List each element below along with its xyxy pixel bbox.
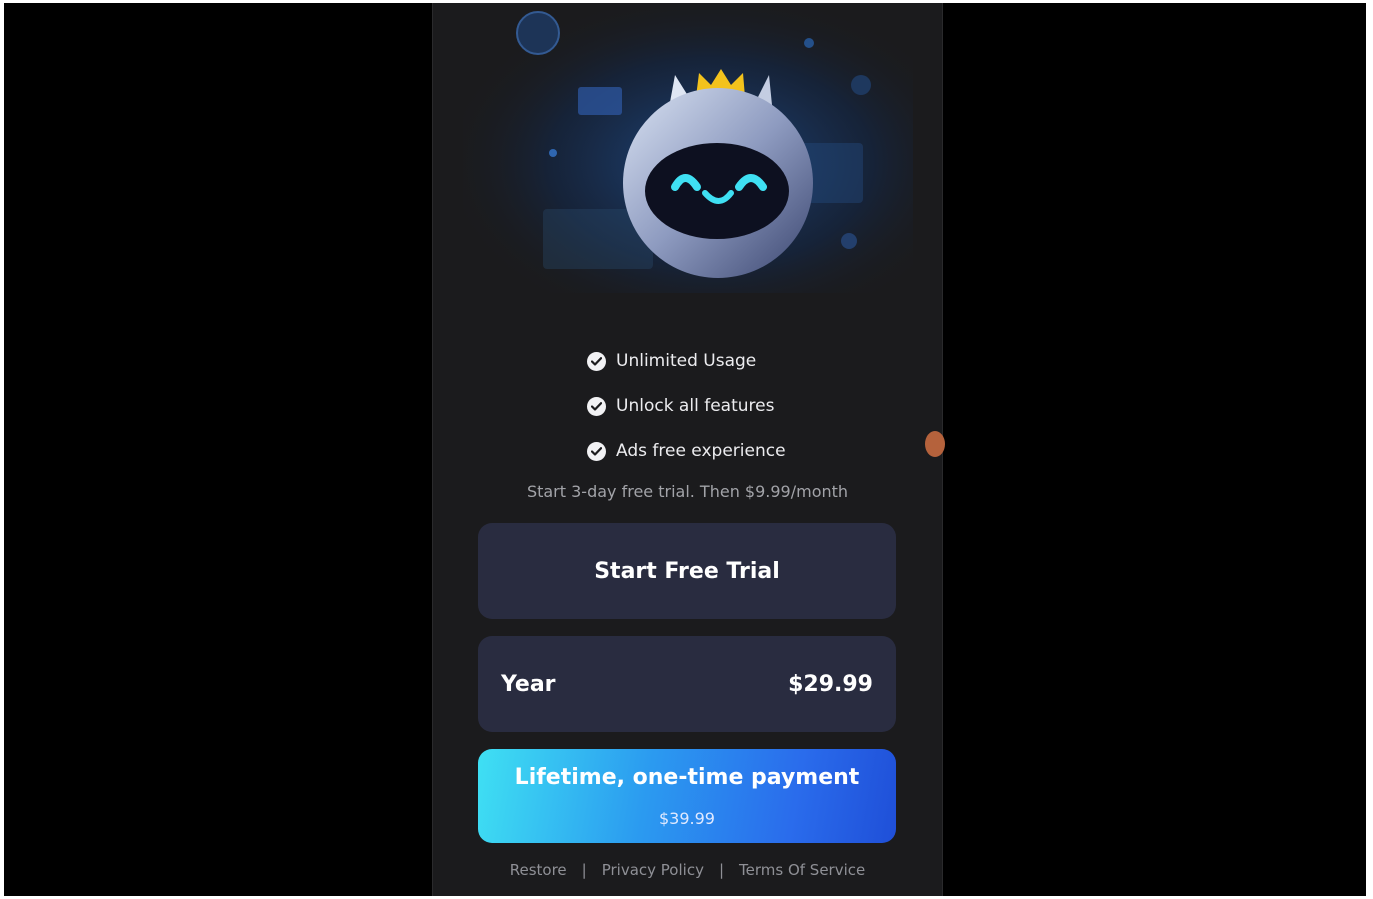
check-circle-icon (587, 441, 606, 461)
footer-separator: | (581, 861, 587, 879)
terms-of-service-link[interactable]: Terms Of Service (739, 861, 865, 879)
start-free-trial-button[interactable]: Start Free Trial (478, 523, 896, 619)
feature-label: Ads free experience (616, 441, 786, 461)
feature-item-ads-free: Ads free experience (587, 439, 786, 463)
year-plan-button[interactable]: Year $29.99 (478, 636, 896, 732)
footer-separator: | (718, 861, 725, 879)
scroll-indicator-dot (925, 431, 945, 457)
footer-links: Restore | Privacy Policy | Terms Of Serv… (433, 861, 942, 879)
check-circle-icon (587, 396, 606, 416)
year-plan-price: $29.99 (788, 671, 873, 697)
privacy-policy-link[interactable]: Privacy Policy (602, 861, 704, 879)
paywall-screen: Unlimited Usage Unlock all features Ads … (432, 3, 943, 896)
feature-item-unlimited-usage: Unlimited Usage (587, 349, 756, 373)
trial-terms-text: Start 3-day free trial. Then $9.99/month (526, 482, 849, 501)
lifetime-plan-button[interactable]: Lifetime, one-time payment $39.99 (478, 749, 896, 843)
lifetime-plan-label: Lifetime, one-time payment (514, 765, 860, 790)
robot-mascot-illustration (463, 3, 913, 293)
restore-link[interactable]: Restore (510, 861, 567, 879)
feature-item-unlock-features: Unlock all features (587, 394, 774, 418)
start-free-trial-label: Start Free Trial (594, 558, 780, 584)
check-circle-icon (587, 351, 606, 371)
feature-label: Unlimited Usage (616, 351, 757, 371)
feature-label: Unlock all features (616, 396, 775, 416)
lifetime-plan-price: $39.99 (659, 809, 715, 828)
video-frame: Unlimited Usage Unlock all features Ads … (4, 3, 1366, 896)
year-plan-label: Year (501, 671, 556, 697)
